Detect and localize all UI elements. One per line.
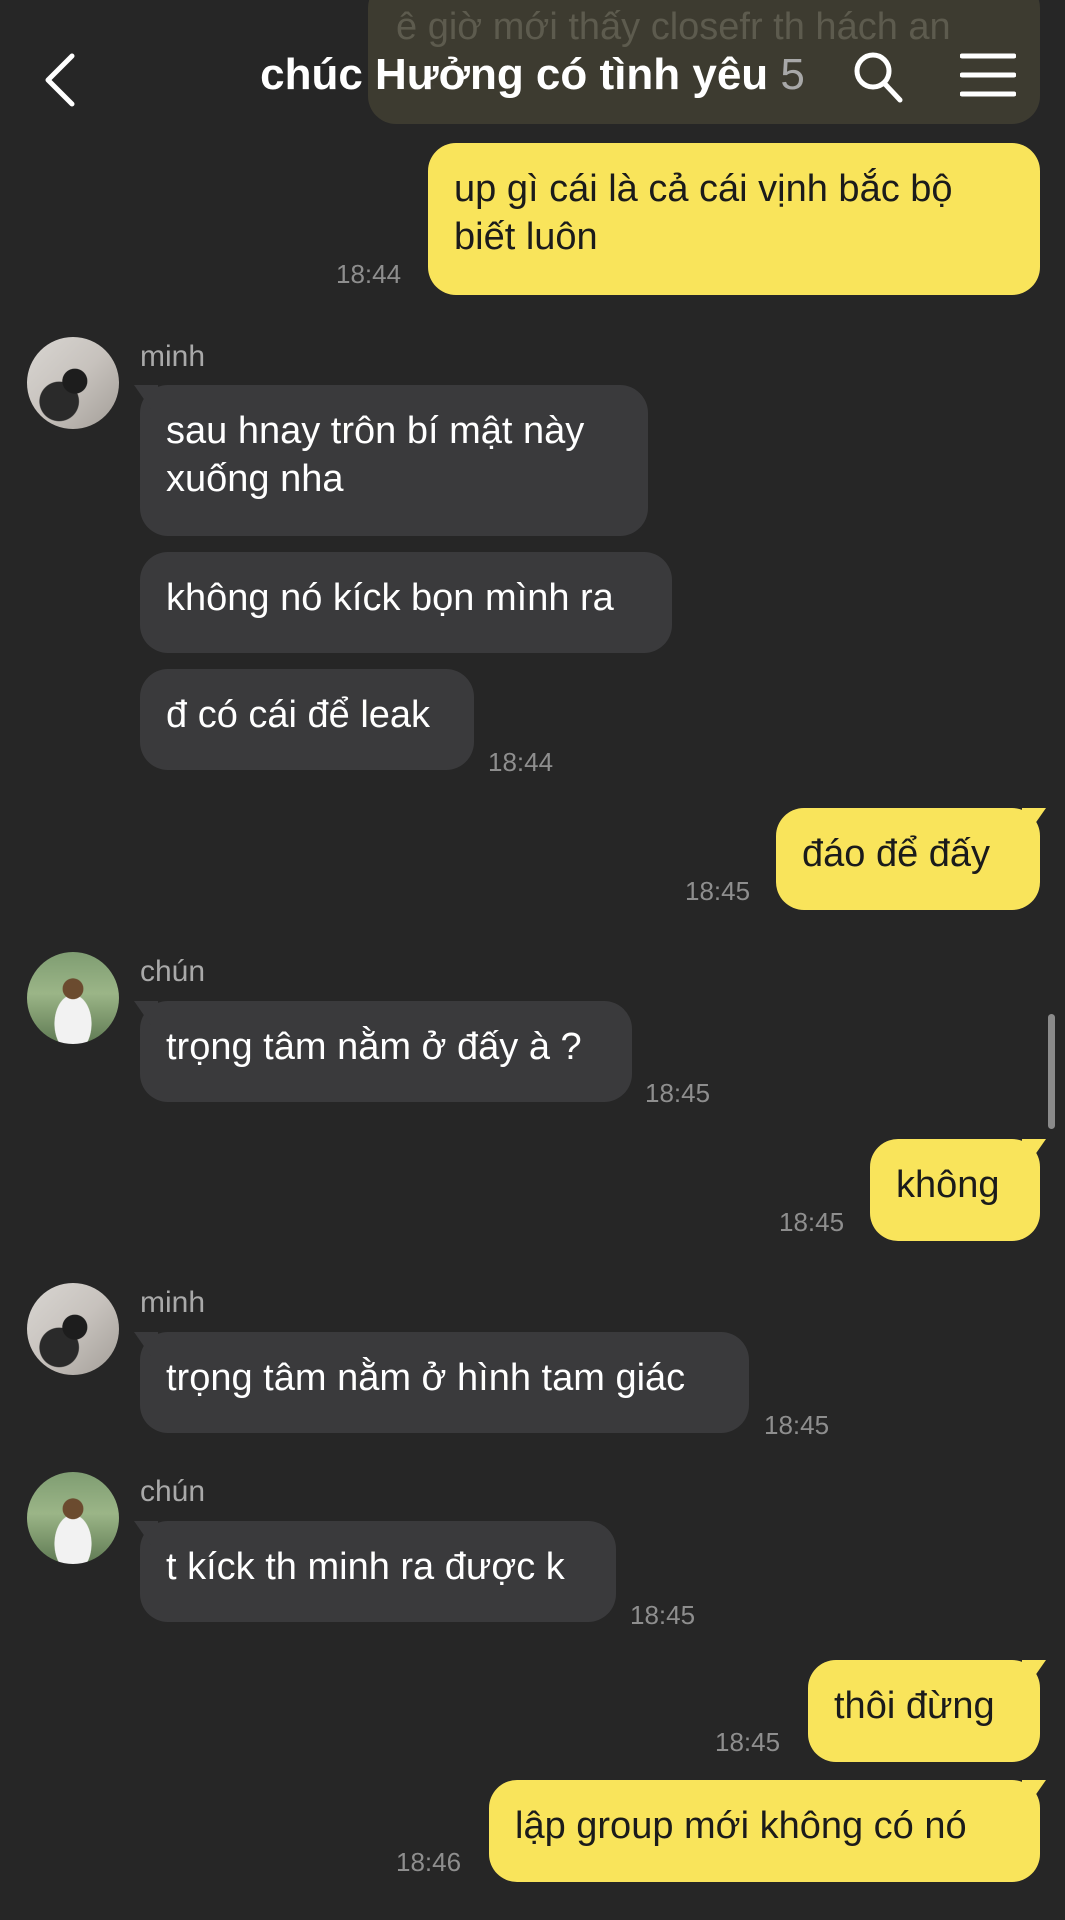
message-text-line: không nó kíck bọn mình ra — [166, 577, 614, 619]
avatar-minh[interactable] — [27, 337, 119, 429]
message-text-line: up gì cái là cả cái vịnh bắc bộ — [454, 168, 953, 210]
hamburger-menu-icon[interactable] — [960, 52, 1016, 98]
my-message-bubble[interactable]: đáo để đấy — [776, 808, 1040, 910]
their-message-bubble[interactable]: đ có cái để leak — [140, 669, 474, 770]
sender-name: chún — [140, 955, 206, 988]
message-text-line: đáo để đấy — [802, 833, 991, 875]
message-text-line: sau hnay trôn bí mật này — [166, 410, 585, 452]
message-time: 18:45 — [715, 1727, 781, 1757]
partial-message-text: ê giờ mới thấy closefr th hách an — [396, 6, 951, 48]
my-message-bubble[interactable]: lập group mới không có nó — [489, 1780, 1040, 1882]
message-text-line: xuống nha — [166, 458, 344, 500]
my-message-bubble[interactable]: thôi đừng — [808, 1660, 1040, 1762]
message-time: 18:46 — [396, 1847, 462, 1877]
member-count: 5 — [780, 50, 805, 99]
search-icon[interactable] — [852, 50, 904, 104]
sender-name: minh — [140, 1286, 206, 1319]
avatar-minh[interactable] — [27, 1283, 119, 1375]
message-text-line: t kíck th minh ra được k — [166, 1546, 565, 1588]
message-time: 18:45 — [764, 1410, 830, 1440]
message-text-line: lập group mới không có nó — [515, 1805, 967, 1847]
my-message-bubble[interactable]: up gì cái là cả cái vịnh bắc bộ biết luô… — [428, 143, 1040, 295]
their-message-bubble[interactable]: t kíck th minh ra được k — [140, 1521, 616, 1622]
their-message-bubble[interactable]: trọng tâm nằm ở đấy à ? — [140, 1001, 632, 1102]
my-message-bubble[interactable]: không — [870, 1139, 1040, 1241]
sender-name: chún — [140, 1475, 206, 1508]
message-time: 18:45 — [645, 1078, 711, 1108]
message-text-line: trọng tâm nằm ở hình tam giác — [166, 1357, 686, 1399]
message-text-line: đ có cái để leak — [166, 694, 431, 736]
message-time: 18:44 — [336, 259, 402, 289]
their-message-bubble[interactable]: trọng tâm nằm ở hình tam giác — [140, 1332, 749, 1433]
scrollbar[interactable] — [1048, 1014, 1055, 1129]
message-text-line: không — [896, 1164, 1000, 1206]
message-text-line: trọng tâm nằm ở đấy à ? — [166, 1026, 582, 1068]
their-message-bubble[interactable]: không nó kíck bọn mình ra — [140, 552, 672, 653]
avatar-chun[interactable] — [27, 952, 119, 1044]
sender-name: minh — [140, 340, 206, 373]
message-time: 18:45 — [779, 1207, 845, 1237]
chat-header: ê giờ mới thấy closefr th hách an t... c… — [0, 0, 1065, 160]
message-text-line: biết luôn — [454, 216, 598, 258]
chat-title-text: chúc Hưởng có tình yêu — [260, 50, 769, 99]
message-time: 18:45 — [630, 1600, 696, 1630]
chat-title[interactable]: chúc Hưởng có tình yêu 5 — [0, 50, 1065, 100]
message-text-line: thôi đừng — [834, 1685, 995, 1727]
message-time: 18:45 — [685, 876, 751, 906]
their-message-bubble[interactable]: sau hnay trôn bí mật này xuống nha — [140, 385, 648, 536]
message-time: 18:44 — [488, 747, 554, 777]
avatar-chun[interactable] — [27, 1472, 119, 1564]
